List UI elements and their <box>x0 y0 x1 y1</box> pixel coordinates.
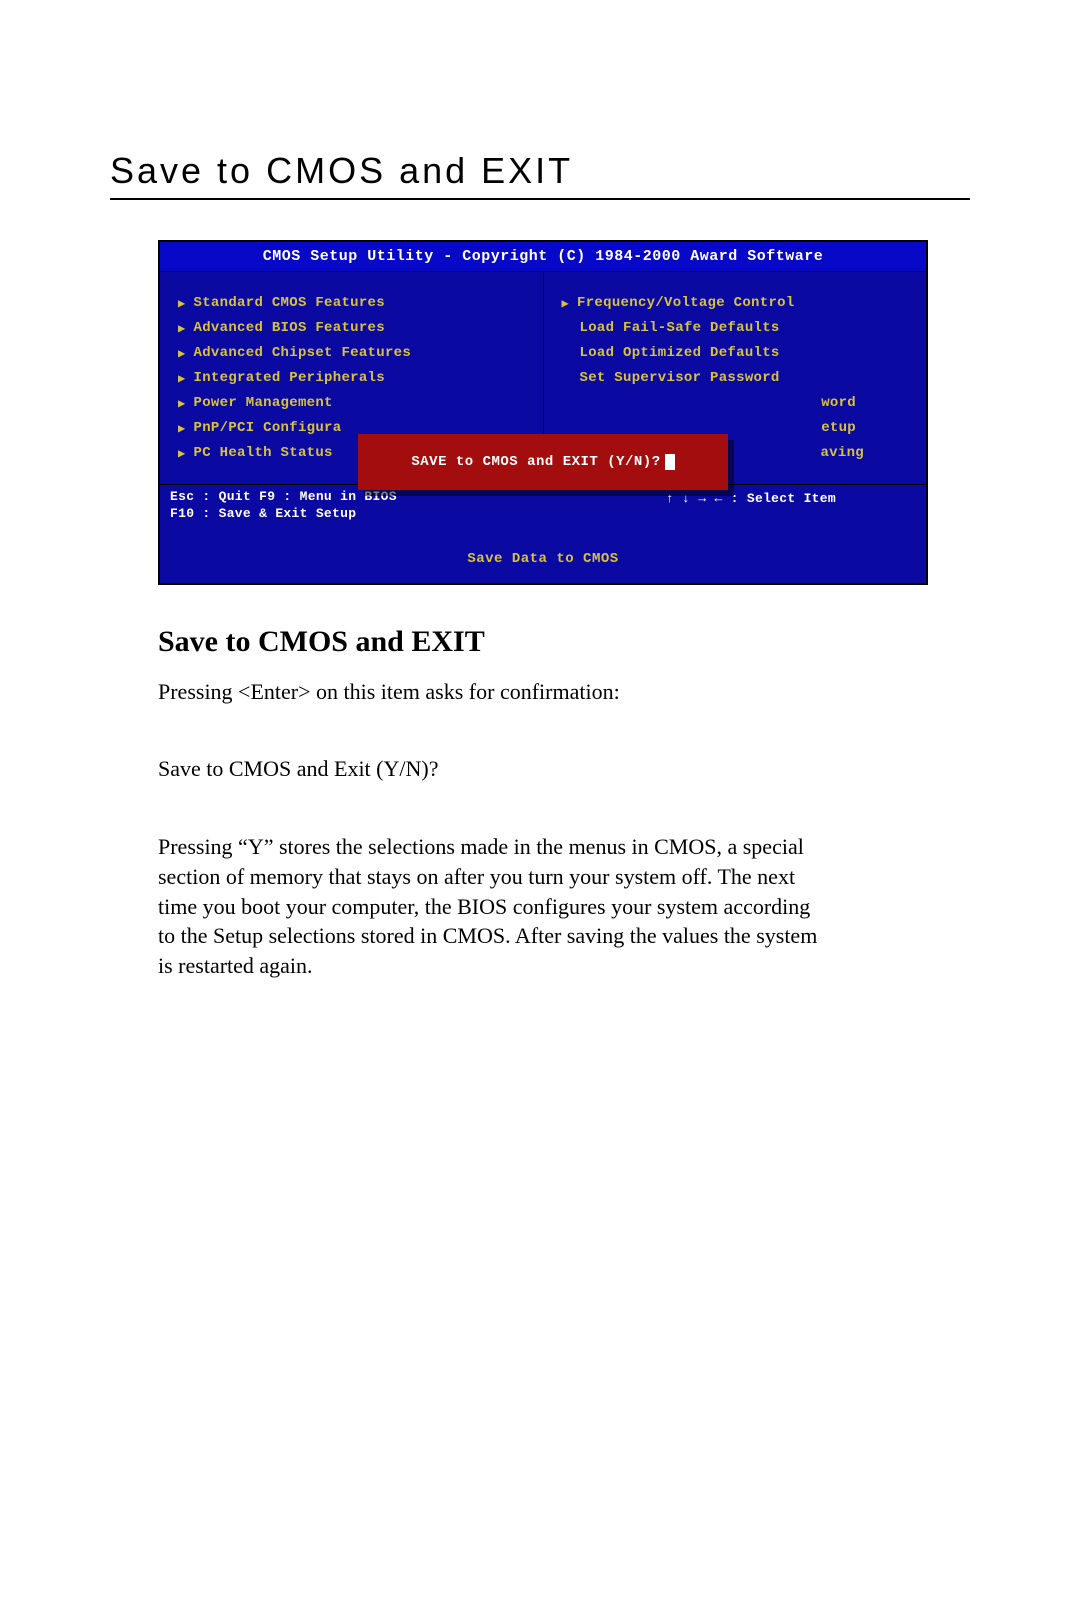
paragraph: Pressing <Enter> on this item asks for c… <box>158 677 830 707</box>
menu-item-set-supervisor-password[interactable]: Set Supervisor Password <box>562 370 917 386</box>
triangle-icon: ▶ <box>178 296 186 311</box>
menu-item-load-failsafe[interactable]: Load Fail-Safe Defaults <box>562 320 917 336</box>
dialog-text: SAVE to CMOS and EXIT (Y/N)? <box>411 454 660 470</box>
help-right: ↑ ↓ → ← : Select Item <box>666 489 916 523</box>
triangle-icon: ▶ <box>178 446 186 461</box>
menu-item-load-optimized[interactable]: Load Optimized Defaults <box>562 345 917 361</box>
paragraph: Pressing “Y” stores the selections made … <box>158 832 830 980</box>
menu-label: etup <box>821 420 856 436</box>
triangle-icon: ▶ <box>178 396 186 411</box>
menu-label: Load Optimized Defaults <box>580 345 780 361</box>
menu-label: PnP/PCI Configura <box>194 420 342 436</box>
help-line: Esc : Quit F9 : Menu in BIOS <box>170 489 397 506</box>
help-line: F10 : Save & Exit Setup <box>170 506 397 523</box>
bios-footer: Save Data to CMOS <box>160 527 926 583</box>
bios-menu-body: ▶ Standard CMOS Features ▶ Advanced BIOS F… <box>160 272 926 484</box>
menu-label: Frequency/Voltage Control <box>577 295 795 311</box>
bios-help-bar: Esc : Quit F9 : Menu in BIOS F10 : Save … <box>160 484 926 527</box>
menu-label: PC Health Status <box>194 445 333 461</box>
page-title: Save to CMOS and EXIT <box>110 150 970 200</box>
triangle-icon: ▶ <box>562 296 570 311</box>
bios-titlebar: CMOS Setup Utility - Copyright (C) 1984-… <box>160 242 926 272</box>
menu-item-advanced-bios[interactable]: ▶ Advanced BIOS Features <box>178 320 533 336</box>
cursor-icon <box>665 454 675 470</box>
menu-item-power-management[interactable]: ▶ Power Management <box>178 395 533 411</box>
menu-label: aving <box>820 445 864 461</box>
menu-item-advanced-chipset[interactable]: ▶ Advanced Chipset Features <box>178 345 533 361</box>
menu-label: Advanced BIOS Features <box>194 320 385 336</box>
menu-label: Power Management <box>194 395 333 411</box>
menu-label: Load Fail-Safe Defaults <box>580 320 780 336</box>
menu-item-frequency-voltage[interactable]: ▶ Frequency/Voltage Control <box>562 295 917 311</box>
menu-item-standard-cmos[interactable]: ▶ Standard CMOS Features <box>178 295 533 311</box>
menu-item-integrated-peripherals[interactable]: ▶ Integrated Peripherals <box>178 370 533 386</box>
triangle-icon: ▶ <box>178 346 186 361</box>
help-left: Esc : Quit F9 : Menu in BIOS F10 : Save … <box>170 489 397 523</box>
menu-label: Standard CMOS Features <box>194 295 385 311</box>
menu-label: Set Supervisor Password <box>580 370 780 386</box>
triangle-icon: ▶ <box>178 421 186 436</box>
menu-item-partial-word: word <box>562 395 917 411</box>
bios-screenshot: CMOS Setup Utility - Copyright (C) 1984-… <box>158 240 928 585</box>
triangle-icon: ▶ <box>178 321 186 336</box>
menu-label: word <box>821 395 856 411</box>
save-confirm-dialog[interactable]: SAVE to CMOS and EXIT (Y/N)? <box>358 434 728 490</box>
menu-label: Integrated Peripherals <box>194 370 385 386</box>
paragraph: Save to CMOS and Exit (Y/N)? <box>158 754 830 784</box>
menu-label: Advanced Chipset Features <box>194 345 412 361</box>
section-title: Save to CMOS and EXIT <box>158 625 830 659</box>
document-content: Save to CMOS and EXIT Pressing <Enter> o… <box>110 625 830 981</box>
triangle-icon: ▶ <box>178 371 186 386</box>
